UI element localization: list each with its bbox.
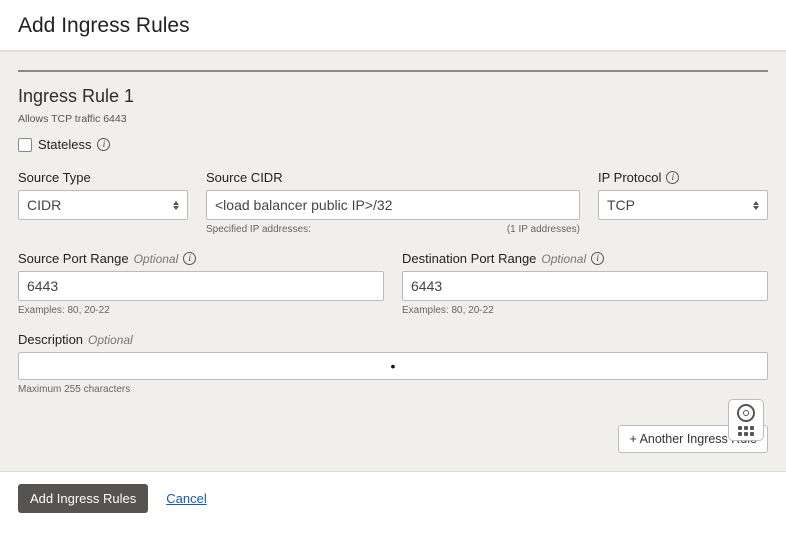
ip-protocol-select[interactable]: TCP xyxy=(598,190,768,220)
source-port-field: Source Port Range Optional i 6443 Exampl… xyxy=(18,251,384,316)
page-title: Add Ingress Rules xyxy=(18,14,768,38)
help-floating-panel[interactable] xyxy=(728,399,764,441)
source-cidr-hint-left: Specified IP addresses: xyxy=(206,224,311,235)
info-icon[interactable]: i xyxy=(183,252,196,265)
source-port-value: 6443 xyxy=(27,278,58,294)
chevron-updown-icon xyxy=(753,201,759,210)
stateless-row: Stateless i xyxy=(18,137,768,152)
source-type-value: CIDR xyxy=(27,197,61,213)
info-icon[interactable]: i xyxy=(591,252,604,265)
dest-port-input[interactable]: 6443 xyxy=(402,271,768,301)
dest-port-value: 6443 xyxy=(411,278,442,294)
rule-title: Ingress Rule 1 xyxy=(18,86,768,107)
source-cidr-input[interactable]: <load balancer public IP>/32 xyxy=(206,190,580,220)
apps-grid-icon[interactable] xyxy=(737,426,755,436)
source-type-label: Source Type xyxy=(18,170,188,185)
stateless-checkbox[interactable] xyxy=(18,138,32,152)
source-cidr-hint-right: (1 IP addresses) xyxy=(507,224,580,235)
dest-port-label: Destination Port Range Optional i xyxy=(402,251,768,266)
source-port-label: Source Port Range Optional i xyxy=(18,251,384,266)
chevron-updown-icon xyxy=(173,201,179,210)
source-port-input[interactable]: 6443 xyxy=(18,271,384,301)
content-area: Ingress Rule 1 Allows TCP traffic 6443 S… xyxy=(0,52,786,471)
dialog-footer: Add Ingress Rules Cancel xyxy=(0,471,786,525)
submit-button[interactable]: Add Ingress Rules xyxy=(18,484,148,513)
rule-subtitle: Allows TCP traffic 6443 xyxy=(18,113,768,125)
description-input[interactable] xyxy=(18,352,768,380)
info-icon[interactable]: i xyxy=(97,138,110,151)
cancel-link[interactable]: Cancel xyxy=(166,491,206,506)
source-type-field: Source Type CIDR xyxy=(18,170,188,235)
ingress-rule-panel: Ingress Rule 1 Allows TCP traffic 6443 S… xyxy=(18,70,768,453)
dest-port-hint: Examples: 80, 20-22 xyxy=(402,305,768,316)
source-port-hint: Examples: 80, 20-22 xyxy=(18,305,384,316)
source-cidr-label: Source CIDR xyxy=(206,170,580,185)
info-icon[interactable]: i xyxy=(666,171,679,184)
stateless-label: Stateless xyxy=(38,137,91,152)
source-cidr-value: <load balancer public IP>/32 xyxy=(215,197,392,213)
ip-protocol-value: TCP xyxy=(607,197,635,213)
help-icon[interactable] xyxy=(737,404,755,422)
description-field: Description Optional Maximum 255 charact… xyxy=(18,332,768,395)
dest-port-field: Destination Port Range Optional i 6443 E… xyxy=(402,251,768,316)
description-label: Description Optional xyxy=(18,332,768,347)
description-hint: Maximum 255 characters xyxy=(18,384,768,395)
source-cidr-field: Source CIDR <load balancer public IP>/32… xyxy=(206,170,580,235)
ip-protocol-label: IP Protocol i xyxy=(598,170,768,185)
dialog-header: Add Ingress Rules xyxy=(0,0,786,52)
ip-protocol-field: IP Protocol i TCP xyxy=(598,170,768,235)
source-type-select[interactable]: CIDR xyxy=(18,190,188,220)
